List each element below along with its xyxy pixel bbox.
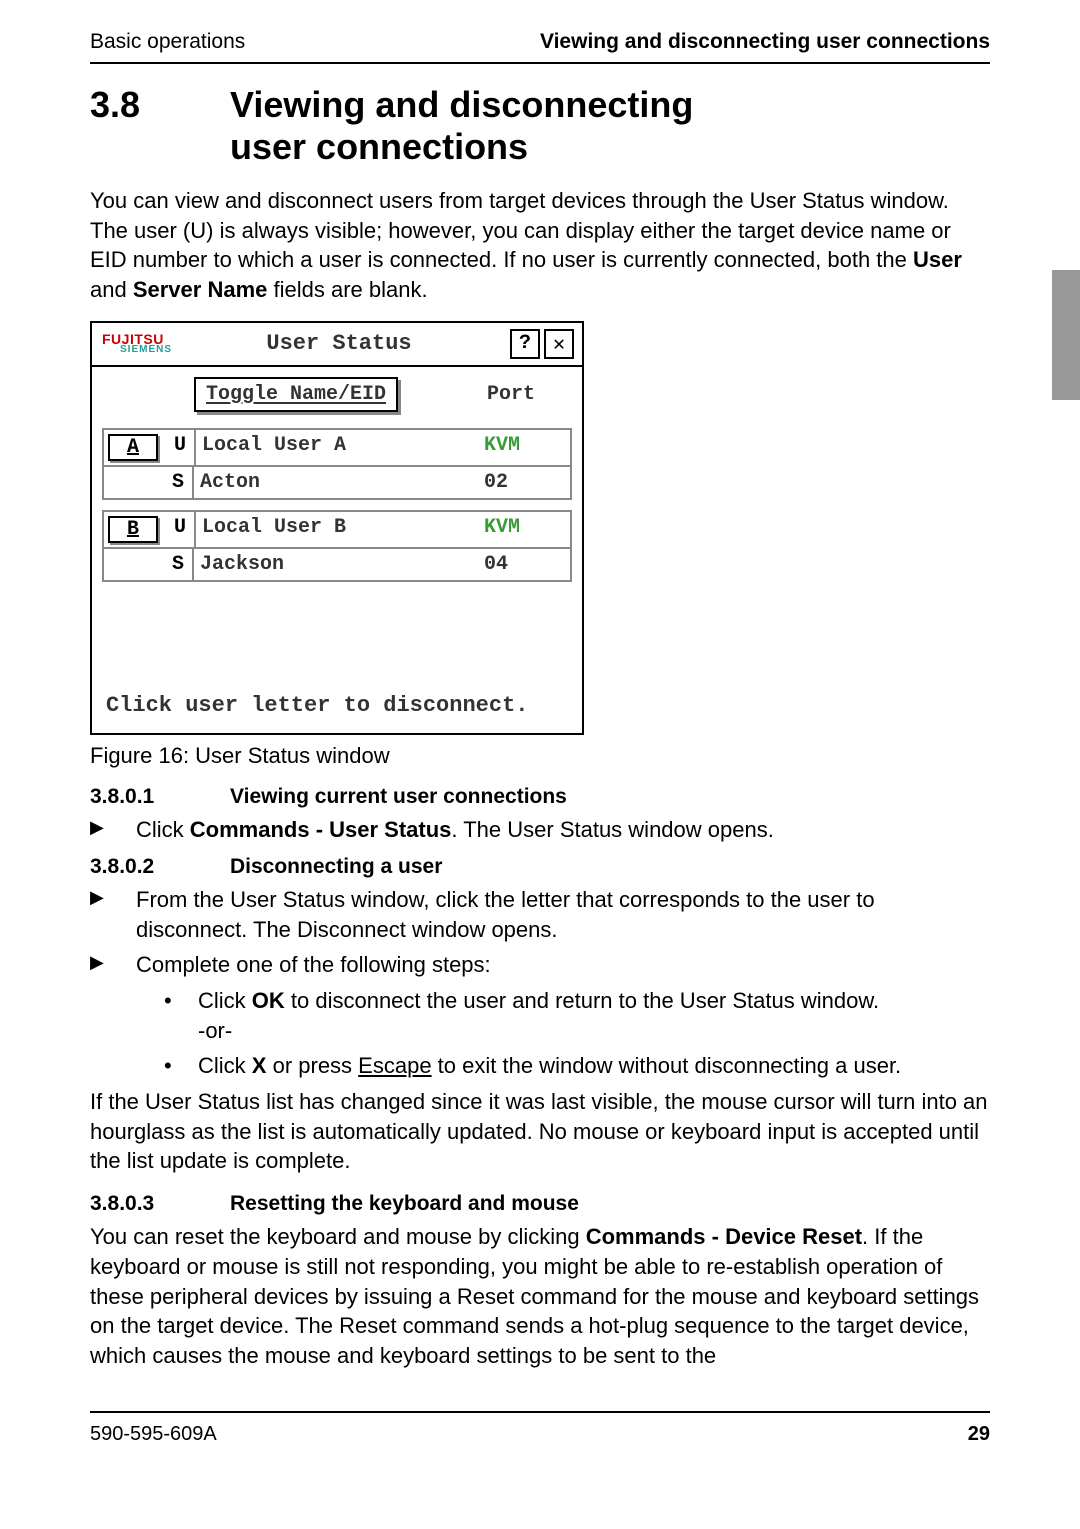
sub-bullet-item: • Click X or press Escape to exit the wi… xyxy=(90,1051,990,1081)
sub2-paragraph: If the User Status list has changed sinc… xyxy=(90,1087,990,1176)
bullet-item: ▶ Click Commands - User Status. The User… xyxy=(90,815,990,845)
window-title: User Status xyxy=(172,331,506,356)
arrow-icon: ▶ xyxy=(90,815,136,845)
section-title: 3.8 Viewing and disconnecting user conne… xyxy=(90,84,990,168)
sub-bullet-item: • Click OK to disconnect the user and re… xyxy=(90,986,990,1045)
entry-port-kvm: KVM xyxy=(478,512,570,547)
page-footer: 590-595-609A 29 xyxy=(90,1411,990,1446)
section-side-tab xyxy=(1052,270,1080,400)
bullet-item: ▶ From the User Status window, click the… xyxy=(90,885,990,944)
section-number: 3.8 xyxy=(90,84,230,168)
footer-doc-id: 590-595-609A xyxy=(90,1423,217,1446)
close-button[interactable]: ✕ xyxy=(544,329,574,359)
port-column-header: Port xyxy=(487,383,535,406)
window-hint-text: Click user letter to disconnect. xyxy=(106,692,568,720)
section-title-text: Viewing and disconnecting user connectio… xyxy=(230,84,693,168)
entry-user-name: Local User B xyxy=(196,512,478,547)
entry-type: U xyxy=(166,512,196,547)
sub3-paragraph: You can reset the keyboard and mouse by … xyxy=(90,1222,990,1370)
entry-port-number: 04 xyxy=(478,549,570,580)
entry-type: S xyxy=(164,467,194,498)
bullet-item: ▶ Complete one of the following steps: xyxy=(90,950,990,980)
page-header: Basic operations Viewing and disconnecti… xyxy=(90,30,990,64)
arrow-icon: ▶ xyxy=(90,885,136,944)
entry-user-name: Local User A xyxy=(196,430,478,465)
subsection-number: 3.8.0.2 xyxy=(90,855,230,879)
fujitsu-siemens-logo: FUJITSU SIEMENS xyxy=(102,332,172,355)
user-letter-button-a[interactable]: A xyxy=(108,434,158,461)
subsection-heading-3801: 3.8.0.1 Viewing current user connections xyxy=(90,785,990,809)
subsection-title: Viewing current user connections xyxy=(230,785,567,809)
subsection-number: 3.8.0.3 xyxy=(90,1192,230,1216)
figure-caption: Figure 16: User Status window xyxy=(90,743,990,769)
header-right: Viewing and disconnecting user connectio… xyxy=(540,30,990,54)
bullet-icon: • xyxy=(164,1051,198,1081)
arrow-icon: ▶ xyxy=(90,950,136,980)
entry-port-number: 02 xyxy=(478,467,570,498)
header-left: Basic operations xyxy=(90,30,245,54)
entry-type: S xyxy=(164,549,194,580)
subsection-heading-3802: 3.8.0.2 Disconnecting a user xyxy=(90,855,990,879)
user-entry-a: A U Local User A KVM S Acton 02 xyxy=(102,428,572,500)
toggle-row: Toggle Name/EID Port xyxy=(92,367,582,428)
toggle-name-eid-button[interactable]: Toggle Name/EID xyxy=(194,377,398,412)
entry-type: U xyxy=(166,430,196,465)
subsection-title: Disconnecting a user xyxy=(230,855,442,879)
subsection-title: Resetting the keyboard and mouse xyxy=(230,1192,579,1216)
titlebar: FUJITSU SIEMENS User Status ? ✕ xyxy=(92,323,582,367)
footer-page-number: 29 xyxy=(968,1423,990,1446)
subsection-heading-3803: 3.8.0.3 Resetting the keyboard and mouse xyxy=(90,1192,990,1216)
user-status-window: FUJITSU SIEMENS User Status ? ✕ Toggle N… xyxy=(90,321,584,736)
bullet-icon: • xyxy=(164,986,198,1045)
user-letter-button-b[interactable]: B xyxy=(108,516,158,543)
entry-server-name: Acton xyxy=(194,467,478,498)
subsection-number: 3.8.0.1 xyxy=(90,785,230,809)
user-entry-b: B U Local User B KVM S Jackson 04 xyxy=(102,510,572,582)
intro-paragraph: You can view and disconnect users from t… xyxy=(90,186,990,305)
entry-server-name: Jackson xyxy=(194,549,478,580)
close-icon: ✕ xyxy=(553,331,565,357)
help-button[interactable]: ? xyxy=(510,329,540,359)
entry-port-kvm: KVM xyxy=(478,430,570,465)
help-icon: ? xyxy=(519,332,531,355)
